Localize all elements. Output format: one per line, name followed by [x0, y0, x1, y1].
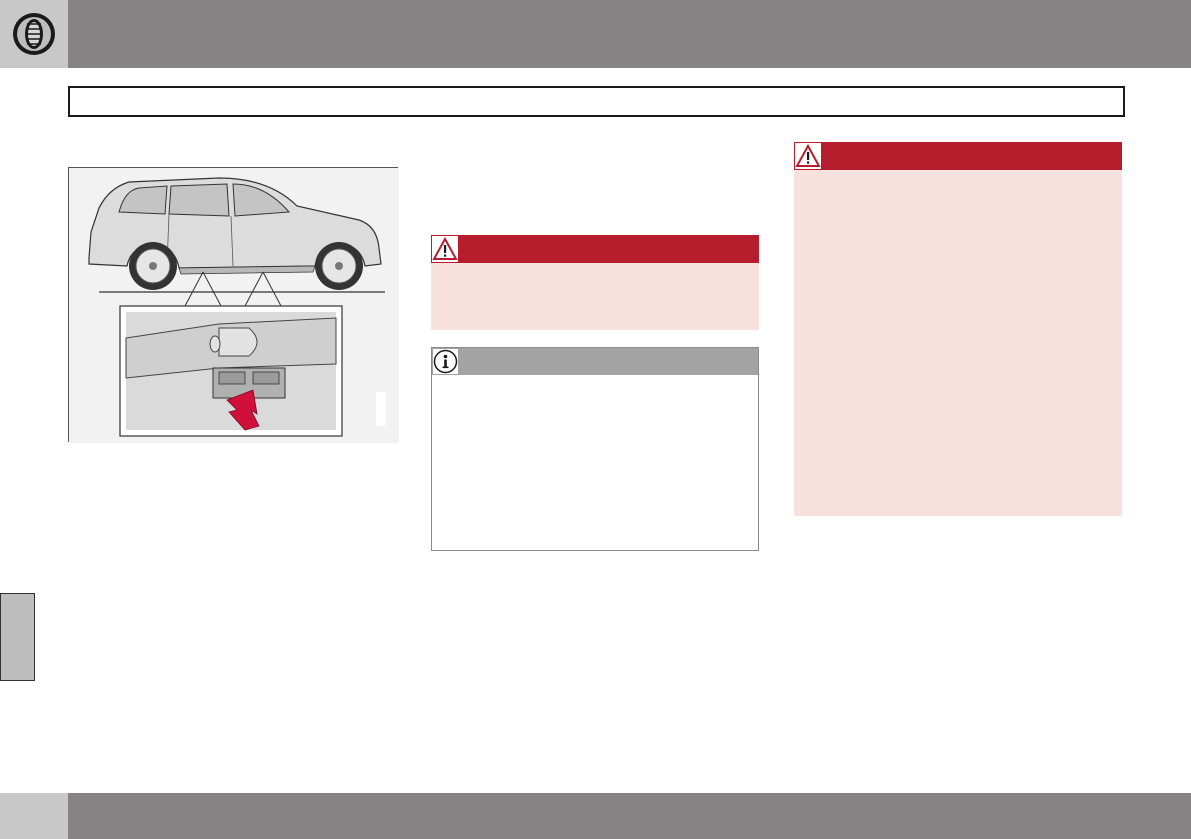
warning-header	[431, 235, 759, 263]
tire-icon	[13, 13, 55, 55]
warning-box	[431, 235, 759, 330]
warning-box-large	[794, 142, 1122, 516]
info-icon	[433, 349, 458, 374]
warning-triangle-icon	[432, 236, 458, 262]
chapter-icon-tab	[0, 0, 68, 68]
top-header-bar	[0, 0, 1191, 68]
page-number-tab	[0, 793, 68, 839]
jack-point-illustration	[68, 167, 399, 443]
warning-triangle-icon	[795, 143, 821, 169]
bottom-footer-bar	[68, 793, 1191, 839]
warning-header	[794, 142, 1122, 170]
note-box	[431, 347, 759, 551]
section-title-box	[68, 86, 1125, 117]
note-header	[432, 348, 758, 375]
chapter-side-tab	[0, 593, 35, 681]
